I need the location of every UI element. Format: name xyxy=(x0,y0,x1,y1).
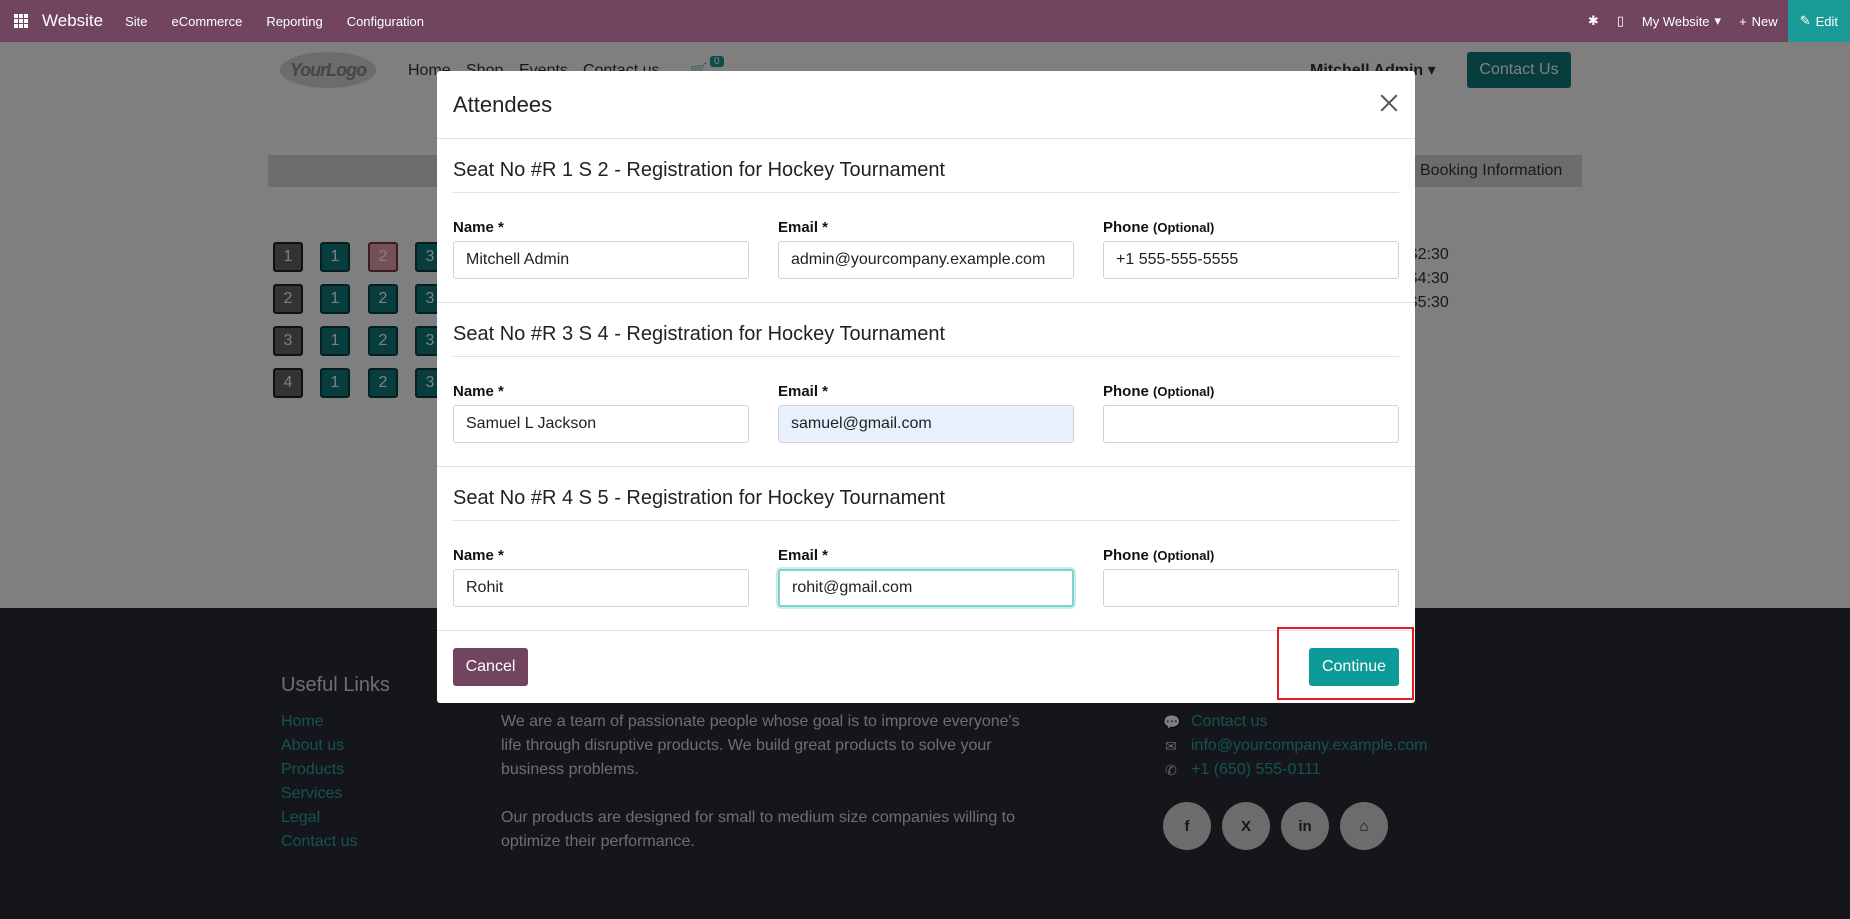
name-input[interactable]: Mitchell Admin xyxy=(453,241,749,279)
website-switcher[interactable]: My Website ▾ xyxy=(1642,13,1721,29)
mobile-preview-icon[interactable]: ▯ xyxy=(1617,13,1624,29)
section-title: Seat No #R 1 S 2 - Registration for Hock… xyxy=(453,159,1399,193)
menu-reporting[interactable]: Reporting xyxy=(266,14,322,29)
name-label: Name * xyxy=(453,219,504,236)
email-field-group: Email * samuel@gmail.com xyxy=(778,383,1074,443)
phone-field-group: Phone (Optional) +1 555-555-5555 xyxy=(1103,219,1399,279)
name-field-group: Name * Samuel L Jackson xyxy=(453,383,749,443)
name-label: Name * xyxy=(453,547,504,564)
new-label: New xyxy=(1751,13,1778,29)
modal-footer: Cancel Continue xyxy=(437,631,1415,703)
email-input[interactable]: rohit@gmail.com xyxy=(778,569,1074,607)
name-field-group: Name * Rohit xyxy=(453,547,749,607)
email-label: Email * xyxy=(778,219,829,236)
name-input[interactable]: Rohit xyxy=(453,569,749,607)
email-field-group: Email * rohit@gmail.com xyxy=(778,547,1074,607)
apps-menu-button[interactable] xyxy=(0,0,42,42)
phone-label: Phone (Optional) xyxy=(1103,547,1215,564)
phone-label: Phone (Optional) xyxy=(1103,383,1215,400)
phone-input[interactable]: +1 555-555-5555 xyxy=(1103,241,1399,279)
phone-input[interactable] xyxy=(1103,569,1399,607)
optional-hint: (Optional) xyxy=(1153,548,1215,563)
grid-icon xyxy=(14,14,28,28)
phone-label: Phone (Optional) xyxy=(1103,219,1215,236)
section-title: Seat No #R 3 S 4 - Registration for Hock… xyxy=(453,323,1399,357)
email-label: Email * xyxy=(778,383,829,400)
pencil-icon: ✎ xyxy=(1799,13,1811,28)
email-input[interactable]: samuel@gmail.com xyxy=(778,405,1074,443)
attendee-section: Seat No #R 3 S 4 - Registration for Hock… xyxy=(437,303,1415,467)
phone-input[interactable] xyxy=(1103,405,1399,443)
debug-icon[interactable]: ✱ xyxy=(1588,13,1599,29)
modal-header: Attendees xyxy=(437,71,1415,139)
attendees-modal: Attendees Seat No #R 1 S 2 - Registratio… xyxy=(437,71,1415,703)
optional-hint: (Optional) xyxy=(1153,220,1215,235)
edit-button[interactable]: ✎ Edit xyxy=(1787,0,1850,42)
phone-field-group: Phone (Optional) xyxy=(1103,547,1399,607)
menu-ecommerce[interactable]: eCommerce xyxy=(172,14,243,29)
attendee-section: Seat No #R 1 S 2 - Registration for Hock… xyxy=(437,139,1415,303)
website-switcher-label: My Website xyxy=(1641,13,1710,29)
name-field-group: Name * Mitchell Admin xyxy=(453,219,749,279)
new-button[interactable]: + New xyxy=(1739,14,1778,29)
optional-hint: (Optional) xyxy=(1153,384,1215,399)
modal-title: Attendees xyxy=(453,92,553,117)
app-brand[interactable]: Website xyxy=(42,11,103,31)
name-label: Name * xyxy=(453,383,504,400)
cancel-button[interactable]: Cancel xyxy=(453,648,528,686)
menu-site[interactable]: Site xyxy=(125,14,147,29)
caret-down-icon: ▾ xyxy=(1714,13,1722,28)
attendee-section: Seat No #R 4 S 5 - Registration for Hock… xyxy=(437,467,1415,631)
plus-icon: + xyxy=(1739,13,1747,29)
email-input[interactable]: admin@yourcompany.example.com xyxy=(778,241,1074,279)
phone-field-group: Phone (Optional) xyxy=(1103,383,1399,443)
edit-label: Edit xyxy=(1815,13,1838,29)
email-field-group: Email * admin@yourcompany.example.com xyxy=(778,219,1074,279)
name-input[interactable]: Samuel L Jackson xyxy=(453,405,749,443)
continue-button[interactable]: Continue xyxy=(1309,648,1399,686)
section-title: Seat No #R 4 S 5 - Registration for Hock… xyxy=(453,487,1399,521)
menu-configuration[interactable]: Configuration xyxy=(347,14,424,29)
close-icon[interactable] xyxy=(1377,91,1401,115)
admin-navbar: Website Site eCommerce Reporting Configu… xyxy=(0,0,1850,42)
email-label: Email * xyxy=(778,547,829,564)
